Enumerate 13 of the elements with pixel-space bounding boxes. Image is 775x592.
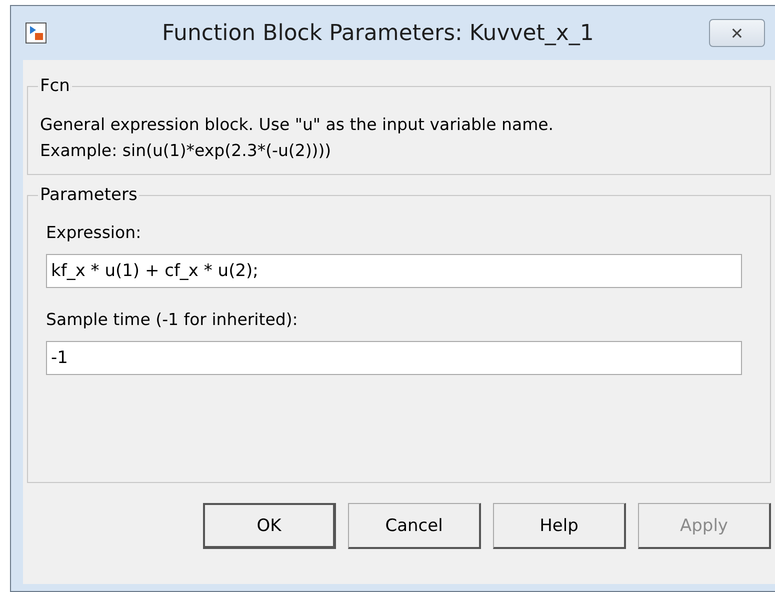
input-field[interactable]: -1 bbox=[46, 341, 742, 375]
dialog-button[interactable]: OK bbox=[203, 503, 336, 549]
description-text: General expression block. Use "u" as the input variable name. Example: sin(u(1)*exp(2.3*(-u(2)))) bbox=[40, 114, 555, 162]
window-title: Function Block Parameters: Kuvvet_x_1 bbox=[161, 20, 595, 46]
dialog-button[interactable]: Cancel bbox=[348, 503, 481, 549]
app-icon bbox=[25, 22, 47, 44]
dialog-button[interactable]: Help bbox=[493, 503, 626, 549]
group-title: Fcn bbox=[39, 76, 71, 96]
close-button[interactable]: ✕ bbox=[709, 19, 765, 47]
field-label: Sample time (-1 for inherited): bbox=[46, 310, 299, 329]
group-title: Parameters bbox=[39, 185, 138, 205]
input-field[interactable]: kf_x * u(1) + cf_x * u(2); bbox=[46, 254, 742, 288]
field-label: Expression: bbox=[46, 223, 142, 242]
